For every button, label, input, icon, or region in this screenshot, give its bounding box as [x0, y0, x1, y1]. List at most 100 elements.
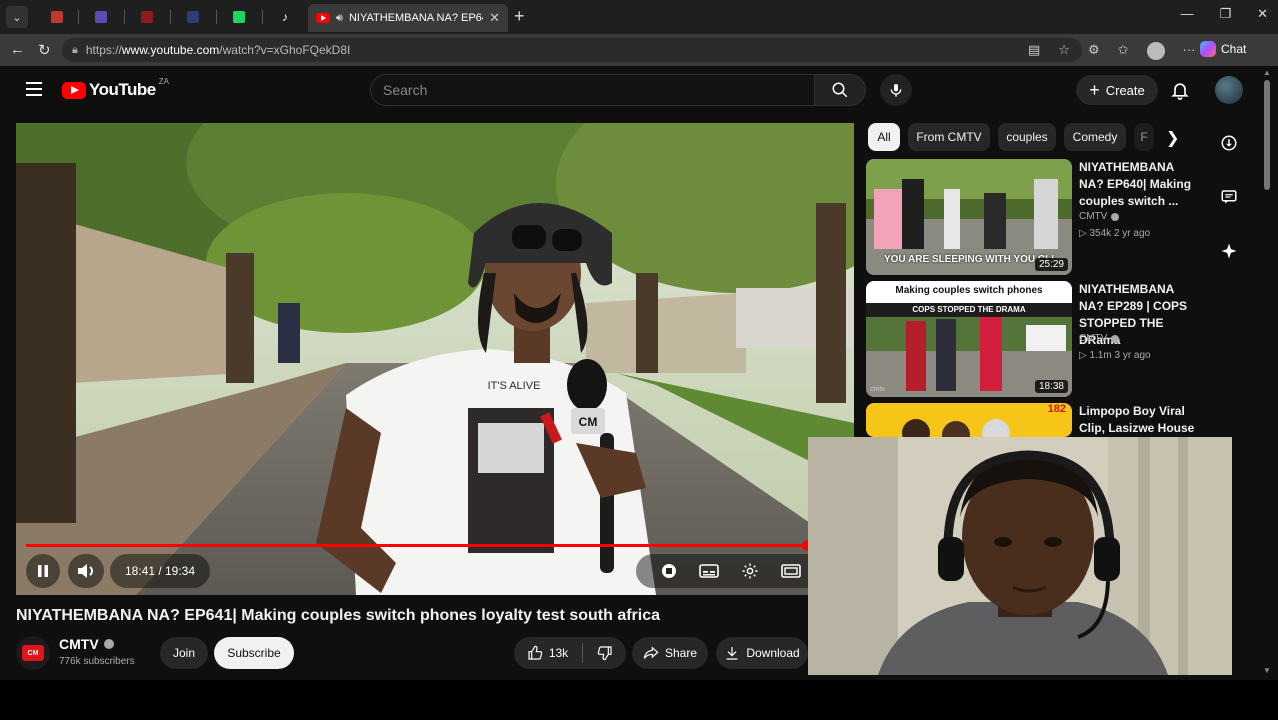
join-button[interactable]: Join	[160, 637, 208, 669]
chat-label: Chat	[1221, 42, 1247, 56]
like-count[interactable]: 13k	[549, 646, 568, 660]
info-icon[interactable]	[1220, 134, 1238, 152]
tiktok-icon: ♪	[282, 10, 288, 24]
voice-search-button[interactable]	[880, 74, 912, 106]
thumbnail-banner: Making couples switch phones	[895, 285, 1043, 296]
back-icon[interactable]: ←	[10, 41, 25, 58]
shirt-text: IT'S ALIVE	[488, 380, 541, 392]
url-prefix: https://	[85, 43, 122, 57]
share-label: Share	[664, 646, 698, 660]
recommendation-title[interactable]: Limpopo Boy Viral Clip, Lasizwe House	[1079, 403, 1201, 437]
webcam-feed	[808, 437, 1232, 675]
chip-couples[interactable]: couples	[998, 123, 1056, 151]
profile-avatar[interactable]	[1146, 42, 1165, 60]
recommendation-item[interactable]: YOU ARE SLEEPING WITH YOU CLI 25:29 NIYA…	[866, 159, 1206, 277]
tab-pinned-3[interactable]	[130, 6, 164, 28]
close-window-icon[interactable]: ✕	[1257, 6, 1268, 22]
tab-pinned-4[interactable]	[176, 6, 210, 28]
subtitles-icon[interactable]	[699, 563, 719, 579]
settings-gear-icon[interactable]	[741, 562, 759, 580]
chevron-right-icon[interactable]: ❯	[1166, 128, 1179, 148]
restore-icon[interactable]: ❐	[1219, 6, 1231, 22]
volume-button[interactable]	[68, 554, 104, 588]
thumbs-up-icon[interactable]	[527, 645, 543, 661]
search-input[interactable]: Search	[370, 74, 814, 106]
chip-comedy[interactable]: Comedy	[1064, 123, 1126, 151]
recommendation-item[interactable]: Making couples switch phones COPS STOPPE…	[866, 281, 1206, 399]
window-controls: — ❐ ✕	[1180, 6, 1268, 22]
download-button[interactable]: Download	[716, 637, 808, 669]
speaker-icon[interactable]: 🔊︎	[336, 12, 343, 25]
chip-all[interactable]: All	[868, 123, 900, 151]
close-tab-icon[interactable]: ✕	[489, 10, 500, 26]
tab-favicon-icon	[233, 11, 245, 23]
autoplay-toggle-icon[interactable]	[661, 563, 677, 579]
youtube-play-icon	[62, 81, 86, 99]
thumbs-down-icon[interactable]	[597, 645, 613, 661]
tab-favicon-icon	[95, 11, 107, 23]
video-player[interactable]: IT'S ALIVE CM 18:41 / 19:34	[16, 123, 854, 595]
favorites-icon[interactable]: ✩	[1118, 42, 1129, 60]
chat-bubble-icon[interactable]	[1220, 188, 1238, 206]
recommendation-channel[interactable]: CMTV	[1079, 333, 1120, 344]
tab-favicon-icon	[141, 11, 153, 23]
like-divider	[582, 643, 584, 663]
video-thumbnail[interactable]: 182	[866, 403, 1072, 437]
tab-actions-menu-button[interactable]: ⌄	[6, 6, 28, 28]
tab-pinned-1[interactable]	[40, 6, 74, 28]
notifications-bell-icon[interactable]	[1170, 79, 1190, 101]
tab-pinned-5[interactable]	[222, 6, 256, 28]
account-avatar[interactable]	[1215, 76, 1243, 104]
refresh-icon[interactable]: ↻	[38, 41, 51, 59]
lock-icon[interactable]: 🔒︎	[72, 44, 78, 57]
video-thumbnail[interactable]: Making couples switch phones COPS STOPPE…	[866, 281, 1072, 397]
new-tab-icon[interactable]: +	[514, 6, 525, 27]
search-button[interactable]	[814, 74, 866, 106]
recommendation-meta: ▷ 354k 2 yr ago	[1079, 228, 1150, 239]
recommendation-channel[interactable]: CMTV	[1079, 211, 1120, 222]
progress-bar[interactable]	[26, 540, 844, 551]
tab-separator	[124, 10, 125, 24]
trending-icon: ▷	[1079, 228, 1090, 239]
tab-pinned-2[interactable]	[84, 6, 118, 28]
address-bar[interactable]: 🔒︎ https://www.youtube.com/watch?v=xGhoF…	[62, 38, 1082, 62]
tab-youtube-active[interactable]: 🔊︎ NIYATHEMBANA NA? EP641| ✕	[308, 4, 508, 32]
video-thumbnail[interactable]: YOU ARE SLEEPING WITH YOU CLI 25:29	[866, 159, 1072, 275]
youtube-logo-text: YouTube	[89, 80, 156, 99]
chip-partial[interactable]: F	[1134, 123, 1154, 151]
channel-name[interactable]: CMTV	[59, 636, 114, 652]
youtube-logo[interactable]: YouTube ZA	[62, 77, 169, 100]
more-options-icon[interactable]: ···	[1183, 42, 1196, 60]
extensions-icon[interactable]: ⚙	[1088, 42, 1100, 60]
tab-favicon-icon	[51, 11, 63, 23]
minimize-icon[interactable]: —	[1180, 6, 1193, 22]
share-button[interactable]: Share	[632, 637, 708, 669]
url-text: https://www.youtube.com/watch?v=xGhoFQek…	[86, 43, 350, 57]
verified-check-icon	[103, 639, 114, 649]
scroll-up-icon[interactable]: ▲	[1263, 68, 1271, 77]
tab-favicon-icon	[187, 11, 199, 23]
share-icon	[643, 646, 659, 659]
video-duration: 18:38	[1034, 380, 1068, 393]
subscribe-button[interactable]: Subscribe	[214, 637, 294, 669]
menu-icon[interactable]	[26, 82, 42, 96]
scroll-down-icon[interactable]: ▼	[1263, 666, 1271, 675]
page-scrollbar[interactable]	[1264, 80, 1270, 190]
pause-button[interactable]	[26, 554, 60, 588]
recommendation-title[interactable]: NIYATHEMBANA NA? EP640| Making couples s…	[1079, 159, 1201, 210]
plus-icon: +	[1089, 80, 1100, 100]
theater-mode-icon[interactable]	[781, 563, 801, 579]
mic-logo-text: CM	[579, 415, 598, 429]
favorite-star-icon[interactable]: ☆	[1058, 42, 1070, 60]
trending-icon: ▷	[1079, 350, 1090, 361]
recommendation-meta-text: 354k 2 yr ago	[1089, 228, 1151, 239]
sparkle-icon[interactable]	[1220, 242, 1238, 260]
create-button[interactable]: + Create	[1076, 75, 1158, 105]
chip-from-cmtv[interactable]: From CMTV	[908, 123, 990, 151]
verified-check-icon	[1111, 212, 1120, 221]
copilot-chat-button[interactable]: Chat	[1200, 41, 1246, 57]
channel-avatar[interactable]: CM	[16, 636, 50, 670]
tab-pinned-6[interactable]: ♪	[268, 6, 302, 28]
reader-mode-icon[interactable]: ▤	[1028, 42, 1040, 60]
recommendation-channel-text: CMTV	[1079, 333, 1108, 344]
